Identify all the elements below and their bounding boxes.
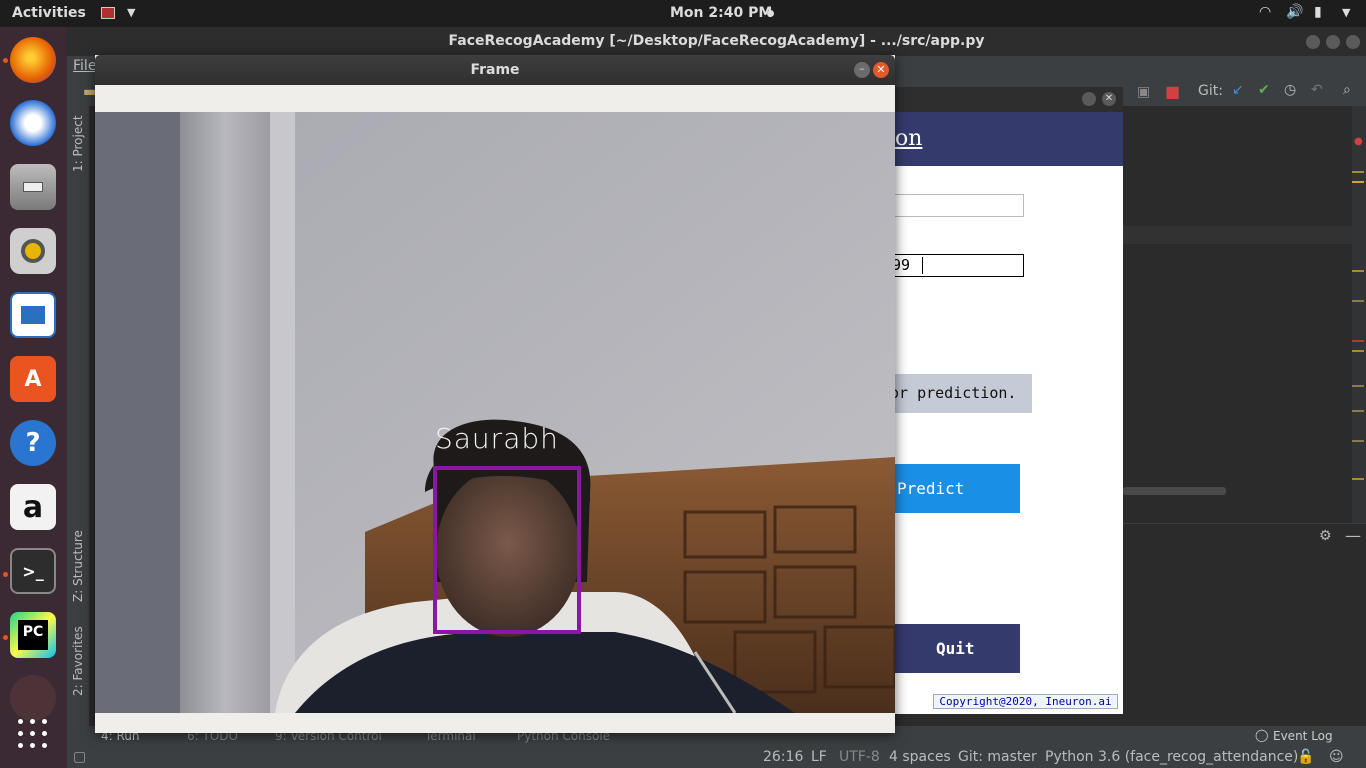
pycharm-icon[interactable]: PC [10,612,56,658]
libreoffice-writer-icon[interactable] [10,292,56,338]
run-panel: ⚙ — [1123,523,1366,726]
gear-icon[interactable]: ⚙ [1319,528,1332,544]
stripe-marker [1352,171,1364,173]
face-bounding-box [433,466,581,634]
event-log-icon[interactable]: ◯ [1255,728,1268,742]
frame-title: Frame [470,62,520,78]
tk-app-window: ✕ on 999 or prediction. Predict Quit Cop… [880,87,1123,714]
indent-setting[interactable]: 4 spaces [889,749,951,765]
menu-file[interactable]: File [73,58,96,74]
stripe-marker [1352,350,1364,352]
dock: A ? a >_ PC [0,27,67,768]
system-menu-chevron-icon[interactable]: ▼ [1342,6,1350,19]
app-banner: on [880,112,1123,166]
toggle-tool-windows-icon[interactable]: ▢ [73,749,86,765]
detected-name-label: Saurabh [435,422,559,455]
copyright-label: Copyright@2020, Ineuron.ai [933,694,1118,709]
status-message: or prediction. [880,374,1032,413]
top-bar: Activities ▼ Mon 2:40 PM ◠ 🔊 ▮ ▼ [0,0,1366,27]
git-update-icon[interactable]: ↙ [1232,82,1244,98]
text-cursor [922,257,923,274]
running-indicator-icon [3,635,8,640]
running-app-icon[interactable] [10,675,56,721]
app-banner-title: on [895,126,923,151]
frame-title-bar: Frame [95,55,895,85]
volume-icon[interactable]: 🔊 [1286,4,1303,20]
lock-icon[interactable]: 🔓 [1297,749,1314,765]
status-bar: ▢ 26:16 LF UTF-8 4 spaces Git: master Py… [67,746,1366,768]
app-menu-icon[interactable] [101,7,115,19]
tool-window-project[interactable]: 1: Project [71,115,85,172]
ide-left-tool-strip: 1: Project Z: Structure 2: Favorites [67,106,89,746]
stop-icon[interactable]: ■ [1165,82,1180,101]
stripe-marker [1352,300,1364,302]
stripe-marker [1352,385,1364,387]
camera-feed: Saurabh [95,112,895,713]
tk-title-bar: ✕ [880,87,1123,112]
frame-close-icon[interactable]: ✕ [873,62,889,78]
stripe-marker [1352,340,1364,342]
status-message-text: or prediction. [890,384,1017,402]
close-icon[interactable] [1346,35,1360,49]
search-icon[interactable]: ⌕ [1343,82,1351,98]
running-indicator-icon [3,572,8,577]
tk-minimize-icon[interactable] [1082,92,1096,106]
amazon-icon[interactable]: a [10,484,56,530]
tool-window-favorites[interactable]: 2: Favorites [71,626,85,696]
ubuntu-software-icon[interactable]: A [10,356,56,402]
cursor-position[interactable]: 26:16 [763,749,803,765]
vcs-branch[interactable]: Git: master [958,749,1037,765]
frame-minimize-icon[interactable]: – [854,62,870,78]
activities-button[interactable]: Activities [12,5,86,21]
running-indicator-icon [3,58,8,63]
stripe-marker [1352,440,1364,442]
tool-window-structure[interactable]: Z: Structure [71,530,85,602]
error-indicator-icon[interactable]: ● [1354,136,1363,147]
stripe-marker [1352,478,1364,480]
predict-button[interactable]: Predict [880,464,1020,513]
code-editor[interactable] [1123,132,1353,522]
stripe-marker [1352,410,1364,412]
notification-dot-icon [767,10,774,17]
tk-close-icon[interactable]: ✕ [1102,92,1116,106]
quit-button[interactable]: Quit [880,624,1020,673]
ide-window-title: FaceRecogAcademy [~/Desktop/FaceRecogAca… [67,27,1366,56]
line-separator[interactable]: LF [811,749,827,765]
rhythmbox-icon[interactable] [10,228,56,274]
git-label: Git: [1198,83,1223,99]
stripe-marker [1352,181,1364,183]
terminal-icon[interactable]: >_ [10,548,56,594]
firefox-icon[interactable] [10,37,56,83]
help-icon[interactable]: ? [10,420,56,466]
python-interpreter[interactable]: Python 3.6 (face_recog_attendance) [1045,749,1298,765]
hide-panel-icon[interactable]: — [1345,526,1361,545]
battery-icon[interactable]: ▮ [1314,4,1322,20]
wifi-icon[interactable]: ◠ [1259,4,1271,20]
horizontal-scrollbar[interactable] [1123,487,1226,495]
files-icon[interactable] [10,164,56,210]
history-icon[interactable]: ◷ [1284,82,1296,98]
revert-icon[interactable]: ↶ [1311,82,1323,98]
file-encoding[interactable]: UTF-8 [839,749,880,765]
name-input[interactable] [880,194,1024,217]
id-input[interactable]: 999 [880,254,1024,277]
camera-frame-window: Frame – ✕ Saurabh [95,55,895,733]
git-commit-icon[interactable]: ✔ [1258,82,1270,98]
clock[interactable]: Mon 2:40 PM [670,5,772,21]
tab-event-log[interactable]: Event Log [1273,729,1333,743]
minimize-icon[interactable] [1306,35,1320,49]
maximize-icon[interactable] [1326,35,1340,49]
notifications-icon[interactable]: ☺ [1329,749,1344,765]
debug-icon[interactable]: ▣ [1137,84,1150,100]
chevron-down-icon[interactable]: ▼ [127,6,135,19]
stripe-marker [1352,270,1364,272]
thunderbird-icon[interactable] [10,100,56,146]
show-applications-icon[interactable] [18,719,48,749]
